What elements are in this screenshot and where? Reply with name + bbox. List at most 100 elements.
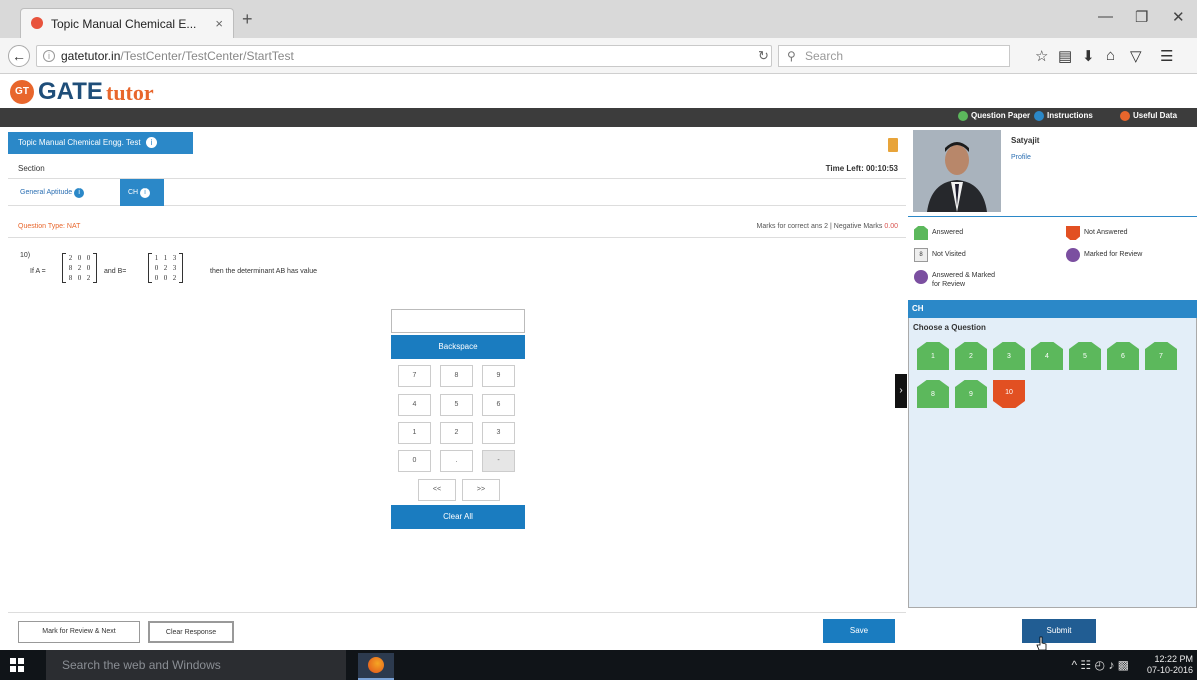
info-icon[interactable]: i — [140, 188, 151, 198]
clock-date: 07-10-2016 — [1146, 665, 1193, 675]
new-tab-button[interactable]: + — [242, 9, 253, 30]
reload-icon[interactable]: ↻ — [758, 48, 769, 64]
profile-link[interactable]: Profile — [1011, 154, 1031, 161]
home-icon[interactable]: ⌂ — [1106, 47, 1115, 64]
palette-section-header: CH — [908, 300, 1197, 318]
windows-start-icon[interactable] — [10, 658, 24, 672]
key-9[interactable]: 9 — [482, 365, 515, 387]
taskbar-search-input[interactable]: Search the web and Windows — [46, 650, 346, 680]
question-paper-link[interactable]: Question Paper — [958, 111, 1030, 121]
marked-review-icon — [1066, 248, 1080, 262]
mark-review-next-button[interactable]: Mark for Review & Next — [18, 621, 140, 643]
question-button-6[interactable]: 6 — [1107, 342, 1139, 370]
backspace-button[interactable]: Backspace — [391, 335, 525, 359]
matrix-a: 200 820 802 — [62, 253, 97, 283]
choose-question-label: Choose a Question — [913, 323, 986, 332]
pocket-icon[interactable]: ▽ — [1130, 47, 1142, 65]
question-button-7[interactable]: 7 — [1145, 342, 1177, 370]
taskbar-clock[interactable]: 12:22 PM 07-10-2016 — [1133, 654, 1193, 676]
reading-list-icon[interactable]: ▤ — [1058, 47, 1072, 65]
calculator-icon[interactable] — [888, 138, 898, 152]
info-icon[interactable]: i — [145, 137, 157, 148]
collapse-panel-button[interactable]: › — [895, 374, 907, 408]
question-button-1[interactable]: 1 — [917, 342, 949, 370]
key-6[interactable]: 6 — [482, 394, 515, 416]
tab-close-button[interactable]: × — [215, 16, 223, 31]
clear-all-button[interactable]: Clear All — [391, 505, 525, 529]
site-info-icon[interactable]: i — [43, 50, 55, 62]
instructions-icon — [1034, 111, 1044, 121]
download-icon[interactable]: ⬇ — [1082, 47, 1095, 65]
action-bar: Mark for Review & Next Clear Response — [8, 612, 906, 650]
question-type: Question Type: NAT — [18, 223, 81, 230]
tab-ch[interactable]: CH i — [120, 179, 164, 206]
section-tabs: General Aptitude i CH i — [8, 178, 906, 206]
question-button-5[interactable]: 5 — [1069, 342, 1101, 370]
avatar-image — [913, 130, 1001, 212]
clear-response-button[interactable]: Clear Response — [148, 621, 234, 643]
question-and: and B= — [104, 268, 127, 275]
question-button-2[interactable]: 2 — [955, 342, 987, 370]
submit-button[interactable]: Submit — [1022, 619, 1096, 643]
search-placeholder: Search — [805, 49, 844, 63]
key-5[interactable]: 5 — [440, 394, 473, 416]
address-bar[interactable]: i gatetutor.in/TestCenter/TestCenter/Sta… — [36, 45, 772, 67]
header-links-bar: Question Paper Instructions Useful Data — [0, 108, 1197, 127]
search-icon: ⚲ — [787, 49, 796, 63]
useful-data-icon — [1120, 111, 1130, 121]
instructions-link[interactable]: Instructions — [1034, 111, 1093, 121]
test-title-text: Topic Manual Chemical Engg. Test — [18, 138, 141, 147]
key-minus[interactable]: - — [482, 450, 515, 472]
answer-input[interactable] — [391, 309, 525, 333]
key-decimal[interactable]: . — [440, 450, 473, 472]
save-button[interactable]: Save — [823, 619, 895, 643]
key-right[interactable]: >> — [462, 479, 500, 501]
question-button-3[interactable]: 3 — [993, 342, 1025, 370]
key-0[interactable]: 0 — [398, 450, 431, 472]
profile-name: Satyajit — [1011, 136, 1040, 145]
close-window-button[interactable]: ✕ — [1172, 8, 1185, 26]
firefox-taskbar-icon[interactable] — [358, 653, 394, 680]
browser-search-input[interactable]: ⚲ Search — [778, 45, 1010, 67]
test-title[interactable]: Topic Manual Chemical Engg. Test i — [8, 132, 193, 154]
question-button-9[interactable]: 9 — [955, 380, 987, 408]
minimize-button[interactable]: — — [1098, 8, 1113, 25]
browser-tab-bar: Topic Manual Chemical E... × + — ❐ ✕ — [0, 0, 1197, 38]
favicon-icon — [31, 17, 43, 29]
back-button[interactable]: ← — [8, 45, 30, 67]
tab-title: Topic Manual Chemical E... — [51, 17, 197, 31]
key-3[interactable]: 3 — [482, 422, 515, 444]
tab-general-aptitude[interactable]: General Aptitude i — [20, 188, 85, 198]
clock-time: 12:22 PM — [1154, 654, 1193, 664]
marks-info: Marks for correct ans 2 | Negative Marks… — [756, 223, 899, 230]
matrix-b: 113 023 002 — [148, 253, 183, 283]
question-number: 10) — [20, 252, 31, 259]
key-8[interactable]: 8 — [440, 365, 473, 387]
url-domain: gatetutor.in — [61, 49, 121, 63]
menu-icon[interactable]: ☰ — [1160, 47, 1173, 65]
question-button-8[interactable]: 8 — [917, 380, 949, 408]
restore-button[interactable]: ❐ — [1135, 8, 1148, 26]
question-button-10[interactable]: 10 — [993, 380, 1025, 408]
question-suffix: then the determinant AB has value — [210, 268, 318, 275]
url-path: /TestCenter/TestCenter/StartTest — [120, 49, 294, 63]
not-visited-icon: 8 — [914, 248, 928, 262]
not-answered-icon — [1066, 226, 1080, 240]
useful-data-link[interactable]: Useful Data — [1120, 111, 1177, 121]
question-info-bar: Question Type: NAT Marks for correct ans… — [8, 216, 906, 238]
question-button-4[interactable]: 4 — [1031, 342, 1063, 370]
system-tray-icons[interactable]: ^ ☷ ◴ ♪ ▩ — [1071, 658, 1129, 672]
key-7[interactable]: 7 — [398, 365, 431, 387]
browser-tab[interactable]: Topic Manual Chemical E... × — [20, 8, 234, 38]
key-4[interactable]: 4 — [398, 394, 431, 416]
time-left: Time Left: 00:10:53 — [825, 164, 898, 173]
info-icon[interactable]: i — [74, 188, 85, 198]
answered-marked-icon — [914, 270, 928, 284]
key-left[interactable]: << — [418, 479, 456, 501]
browser-nav-bar: ← i gatetutor.in/TestCenter/TestCenter/S… — [0, 38, 1197, 74]
question-prefix: If A = — [30, 268, 46, 275]
key-1[interactable]: 1 — [398, 422, 431, 444]
bookmark-star-icon[interactable]: ☆ — [1035, 47, 1048, 65]
windows-taskbar: Search the web and Windows ^ ☷ ◴ ♪ ▩ 12:… — [0, 650, 1197, 680]
key-2[interactable]: 2 — [440, 422, 473, 444]
